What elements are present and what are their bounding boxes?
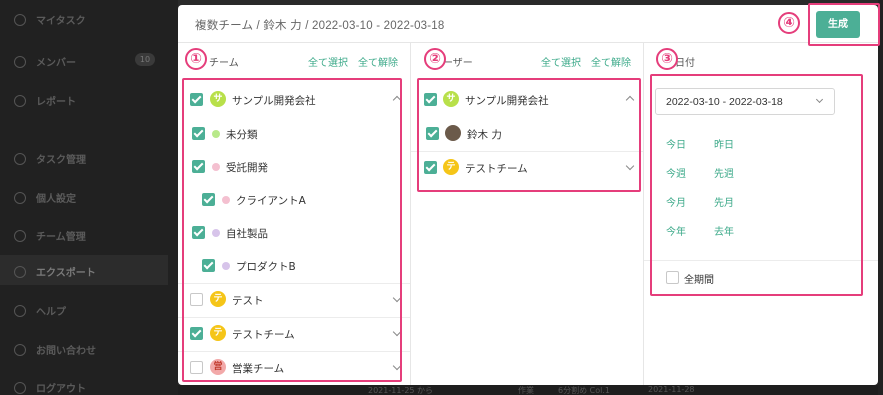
sidebar-item-members[interactable]: メンバー	[14, 54, 76, 69]
sidebar-item-label: レポート	[36, 97, 76, 108]
annotation-number-3: ③	[656, 48, 678, 70]
sidebar-item-help[interactable]: ヘルプ	[14, 303, 66, 318]
modal-header: 複数チーム / 鈴木 力 / 2022-03-10 - 2022-03-18 生…	[178, 5, 878, 43]
logout-icon	[14, 381, 26, 394]
task-manage-icon	[14, 152, 26, 165]
bg-cell: 作業	[518, 386, 534, 395]
report-icon	[14, 94, 26, 107]
annotation-box-2	[417, 78, 641, 192]
bg-cell: 2021-11-28	[648, 385, 695, 394]
sidebar-item-export[interactable]: エクスポート	[14, 264, 96, 279]
mail-icon	[14, 343, 26, 356]
settings-icon	[14, 191, 26, 204]
user-deselect-all-link[interactable]: 全て解除	[591, 54, 631, 69]
team-icon	[14, 229, 26, 242]
background-edge	[878, 0, 883, 395]
team-select-all-link[interactable]: 全て選択	[308, 54, 348, 69]
sidebar-item-label: お問い合わせ	[36, 346, 96, 357]
download-icon	[14, 265, 26, 278]
task-icon	[14, 13, 26, 26]
date-column-title: 日付	[675, 58, 695, 69]
sidebar-item-contact[interactable]: お問い合わせ	[14, 342, 96, 357]
sidebar-item-team-management[interactable]: チーム管理	[14, 228, 86, 243]
date-column-header: 日付	[644, 54, 878, 70]
bg-cell: 6分割め Col.1	[558, 386, 610, 395]
sidebar-item-label: タスク管理	[36, 155, 86, 166]
sidebar-item-label: チーム管理	[36, 232, 86, 243]
annotation-box-1	[182, 78, 402, 382]
user-icon	[14, 55, 26, 68]
annotation-number-2: ②	[424, 48, 446, 70]
sidebar-item-label: エクスポート	[36, 268, 96, 279]
annotation-number-1: ①	[185, 48, 207, 70]
sidebar-item-label: マイタスク	[36, 16, 86, 27]
annotation-box-4	[808, 3, 880, 46]
team-deselect-all-link[interactable]: 全て解除	[358, 54, 398, 69]
sidebar-item-logout[interactable]: ログアウト	[14, 380, 86, 395]
sidebar-item-label: ログアウト	[36, 384, 86, 395]
team-column-title: チーム	[209, 58, 239, 69]
sidebar: マイタスク メンバー 10 レポート タスク管理 個人設定 チーム管理 エクスポ…	[0, 0, 178, 395]
background-table-row: 2021-11-25 から 作業 6分割め Col.1 2021-11-28	[178, 385, 883, 395]
sidebar-item-label: メンバー	[36, 58, 76, 69]
sidebar-item-my-tasks[interactable]: マイタスク	[14, 12, 86, 27]
sidebar-item-label: 個人設定	[36, 194, 76, 205]
sidebar-item-label: ヘルプ	[36, 307, 66, 318]
breadcrumb: 複数チーム / 鈴木 力 / 2022-03-10 - 2022-03-18	[195, 20, 445, 32]
team-column-header: チーム 全て選択 全て解除	[178, 54, 410, 70]
bg-cell: 2021-11-25 から	[368, 386, 434, 395]
help-icon	[14, 304, 26, 317]
user-select-all-link[interactable]: 全て選択	[541, 54, 581, 69]
annotation-box-3	[650, 74, 863, 296]
annotation-number-4: ④	[778, 12, 800, 34]
sidebar-item-task-management[interactable]: タスク管理	[14, 151, 86, 166]
member-count-badge: 10	[135, 53, 155, 66]
sidebar-item-personal-settings[interactable]: 個人設定	[14, 190, 76, 205]
sidebar-item-report[interactable]: レポート	[14, 93, 76, 108]
